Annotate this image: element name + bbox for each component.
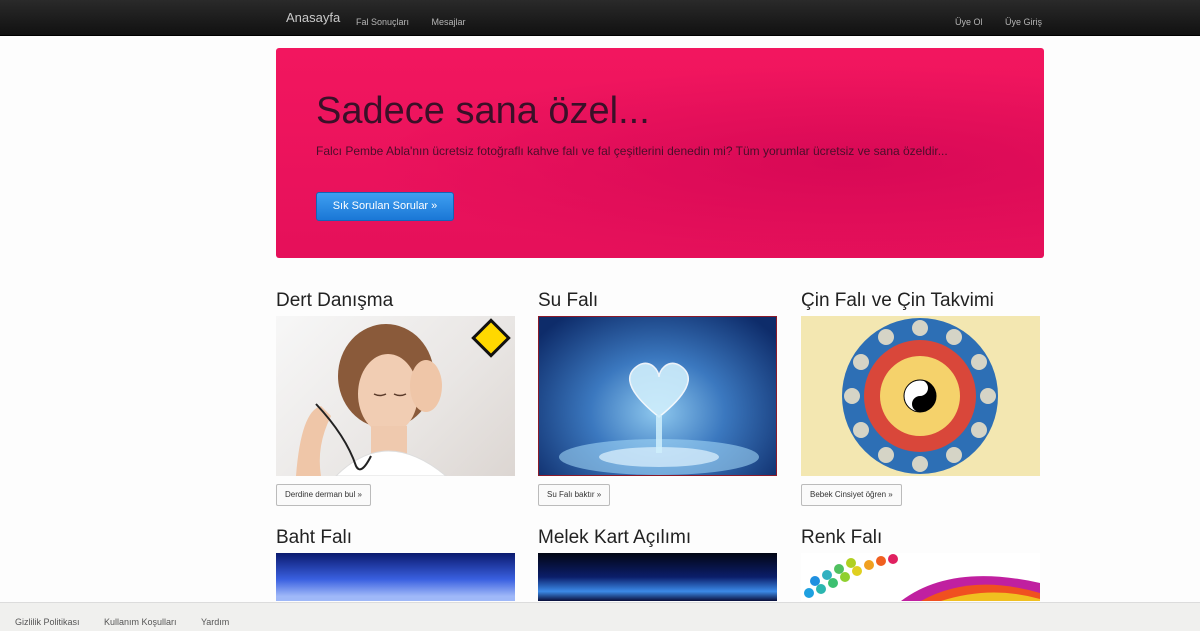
color-dots-illustration bbox=[804, 554, 1040, 601]
top-navbar: Anasayfa Fal Sonuçları Mesajlar Üye Ol Ü… bbox=[0, 0, 1200, 36]
card-title: Çin Falı ve Çin Takvimi bbox=[801, 290, 994, 311]
hero-banner: Sadece sana özel... Falcı Pembe Abla'nın… bbox=[276, 48, 1044, 258]
card-cin-fali: Çin Falı ve Çin Takvimi Bebek Cinsiyet ö… bbox=[801, 290, 1041, 506]
card-button-cin-fali[interactable]: Bebek Cinsiyet öğren » bbox=[801, 484, 902, 506]
footer-link-gizlilik[interactable]: Gizlilik Politikası bbox=[15, 617, 80, 627]
nav-item-fal-sonuclari[interactable]: Fal Sonuçları bbox=[356, 17, 409, 27]
nav-brand-home[interactable]: Anasayfa bbox=[286, 10, 340, 25]
card-dert-danisma: Dert Danışma Derdine derman bul » bbox=[276, 290, 516, 506]
card-image-melek-kart[interactable] bbox=[538, 553, 777, 601]
card-button-dert-danisma[interactable]: Derdine derman bul » bbox=[276, 484, 371, 506]
card-title: Baht Falı bbox=[276, 527, 353, 548]
water-heart-illustration bbox=[559, 362, 759, 475]
card-renk-fali: Renk Falı bbox=[801, 527, 1041, 601]
footer-link-yardim[interactable]: Yardım bbox=[201, 617, 229, 627]
card-title: Dert Danışma bbox=[276, 290, 394, 311]
footer-link-kullanim[interactable]: Kullanım Koşulları bbox=[104, 617, 177, 627]
card-button-su-fali[interactable]: Su Falı baktır » bbox=[538, 484, 611, 506]
card-image-renk-fali[interactable] bbox=[801, 553, 1040, 601]
hero-title: Sadece sana özel... bbox=[316, 90, 650, 132]
card-title: Su Falı bbox=[538, 290, 599, 311]
nav-item-uye-ol[interactable]: Üye Ol bbox=[955, 17, 983, 27]
nav-item-mesajlar[interactable]: Mesajlar bbox=[431, 17, 465, 27]
card-image-dert-danisma[interactable] bbox=[276, 316, 515, 476]
nav-right-menu: Üye Ol Üye Giriş bbox=[937, 12, 1042, 30]
nav-item-uye-giris[interactable]: Üye Giriş bbox=[1005, 17, 1042, 27]
card-baht-fali: Baht Falı bbox=[276, 527, 516, 601]
card-image-baht-fali[interactable] bbox=[276, 553, 515, 601]
hero-text: Falcı Pembe Abla'nın ücretsiz fotoğraflı… bbox=[316, 144, 948, 158]
card-image-cin-fali[interactable] bbox=[801, 316, 1040, 476]
card-title: Melek Kart Açılımı bbox=[538, 527, 692, 548]
footer-bar: Gizlilik Politikası Kullanım Koşulları Y… bbox=[0, 602, 1200, 631]
card-melek-kart: Melek Kart Açılımı bbox=[538, 527, 778, 601]
card-title: Renk Falı bbox=[801, 527, 883, 548]
faq-button[interactable]: Sık Sorulan Sorular » bbox=[316, 192, 454, 221]
chinese-zodiac-wheel-illustration bbox=[842, 318, 998, 474]
card-su-fali: Su Falı Su Falı baktır » bbox=[538, 290, 778, 506]
card-image-su-fali[interactable] bbox=[538, 316, 777, 476]
sikinti-yok-badge-icon bbox=[471, 318, 511, 358]
nav-left-menu: Fal Sonuçları Mesajlar bbox=[356, 12, 484, 30]
